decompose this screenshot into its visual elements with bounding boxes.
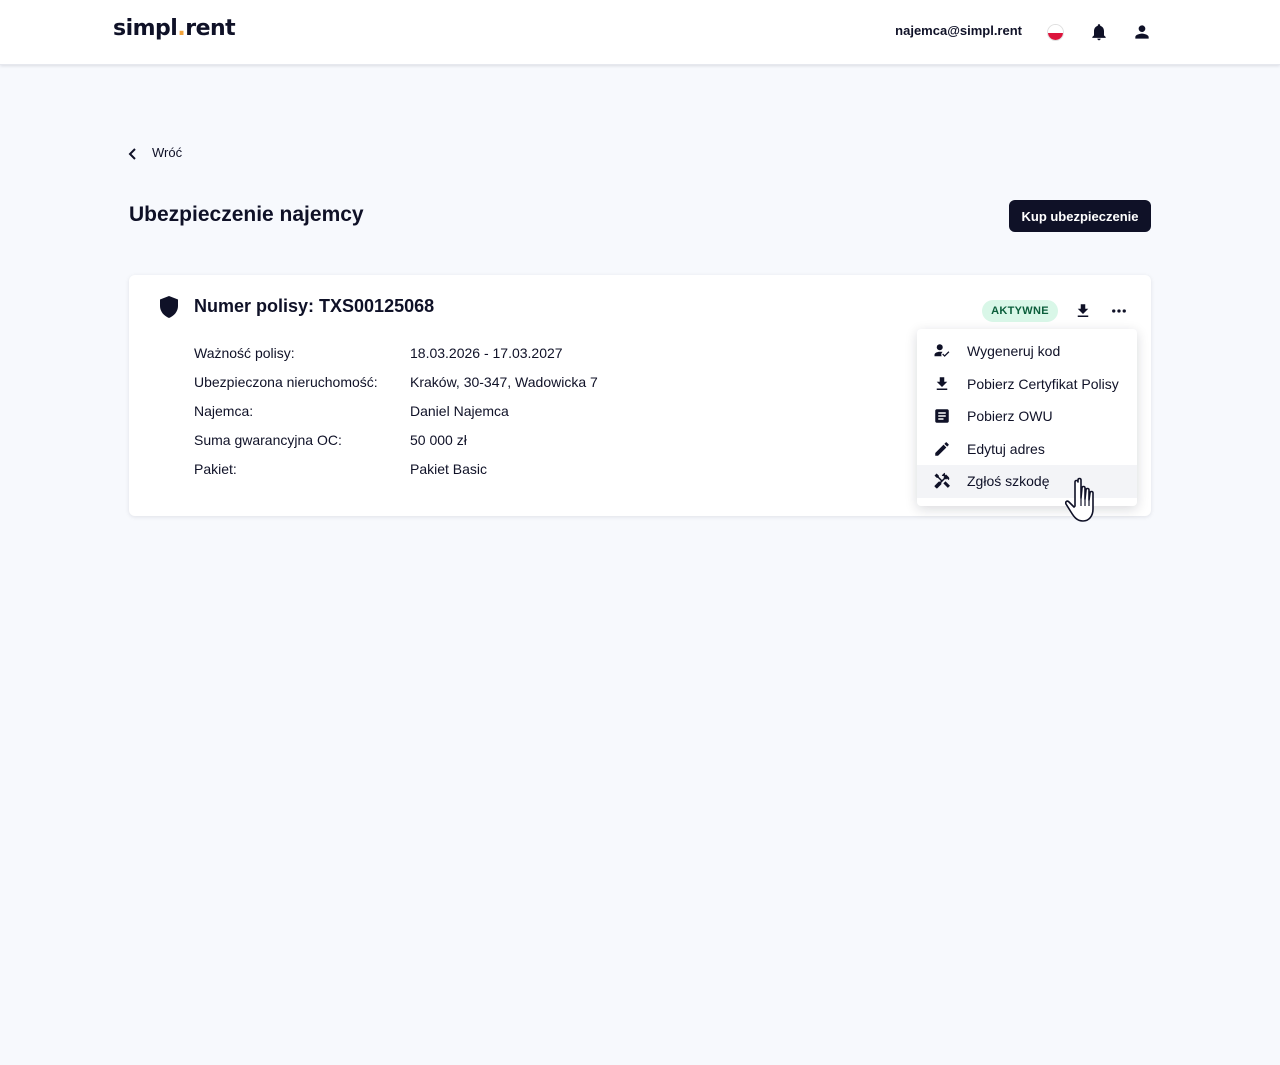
chevron-left-icon <box>128 148 136 160</box>
menu-item-label: Pobierz OWU <box>967 408 1053 425</box>
detail-value: 50 000 zł <box>410 432 467 448</box>
detail-value: Daniel Najemca <box>410 403 509 419</box>
status-badge: AKTYWNE <box>982 300 1058 322</box>
person-icon[interactable] <box>1131 21 1153 43</box>
policy-number-title: Numer polisy: TXS00125068 <box>194 296 435 316</box>
menu-item-label: Wygeneruj kod <box>967 343 1061 360</box>
back-link[interactable]: Wróć <box>126 144 182 161</box>
back-label: Wróć <box>152 145 183 160</box>
tools-icon <box>933 472 951 490</box>
poland-flag-icon[interactable] <box>1047 24 1064 41</box>
menu-item-label: Edytuj adres <box>967 440 1045 457</box>
detail-label: Ważność polisy: <box>194 345 295 361</box>
download-icon[interactable] <box>1072 300 1094 322</box>
detail-value: 18.03.2026 - 17.03.2027 <box>410 345 563 361</box>
detail-label: Ubezpieczona nieruchomość: <box>194 374 378 390</box>
logo-text-part2: rent <box>185 16 236 41</box>
detail-value: Pakiet Basic <box>410 461 488 477</box>
menu-item-report-damage[interactable]: Zgłoś szkodę <box>917 465 1137 498</box>
menu-item-download-owu[interactable]: Pobierz OWU <box>917 400 1137 433</box>
document-icon <box>933 407 951 425</box>
pencil-icon <box>933 440 951 458</box>
logo-text-part1: simpl <box>113 16 178 41</box>
detail-value: Kraków, 30-347, Wadowicka 7 <box>410 374 598 390</box>
menu-item-label: Zgłoś szkodę <box>967 473 1050 490</box>
page-title: Ubezpieczenie najemcy <box>129 203 364 226</box>
shield-icon <box>159 296 179 318</box>
top-bar: simpl.rent najemca@simpl.rent <box>0 0 1280 65</box>
detail-label: Najemca: <box>194 403 254 419</box>
user-email[interactable]: najemca@simpl.rent <box>895 23 1022 38</box>
detail-label: Pakiet: <box>194 461 237 477</box>
menu-item-edit-address[interactable]: Edytuj adres <box>917 433 1137 466</box>
simpl-rent-logo[interactable]: simpl.rent <box>113 16 236 41</box>
download-icon <box>933 375 951 393</box>
person-check-icon <box>933 342 951 360</box>
menu-item-download-certificate[interactable]: Pobierz Certyfikat Polisy <box>917 368 1137 401</box>
menu-item-label: Pobierz Certyfikat Polisy <box>967 375 1119 392</box>
buy-insurance-button[interactable]: Kup ubezpieczenie <box>1009 200 1151 232</box>
detail-label: Suma gwarancyjna OC: <box>194 432 342 448</box>
more-options-icon[interactable] <box>1108 300 1130 322</box>
bell-icon[interactable] <box>1088 21 1110 43</box>
policy-actions-menu: Wygeneruj kod Pobierz Certyfikat Polisy … <box>917 329 1137 506</box>
menu-item-generate-code[interactable]: Wygeneruj kod <box>917 335 1137 368</box>
